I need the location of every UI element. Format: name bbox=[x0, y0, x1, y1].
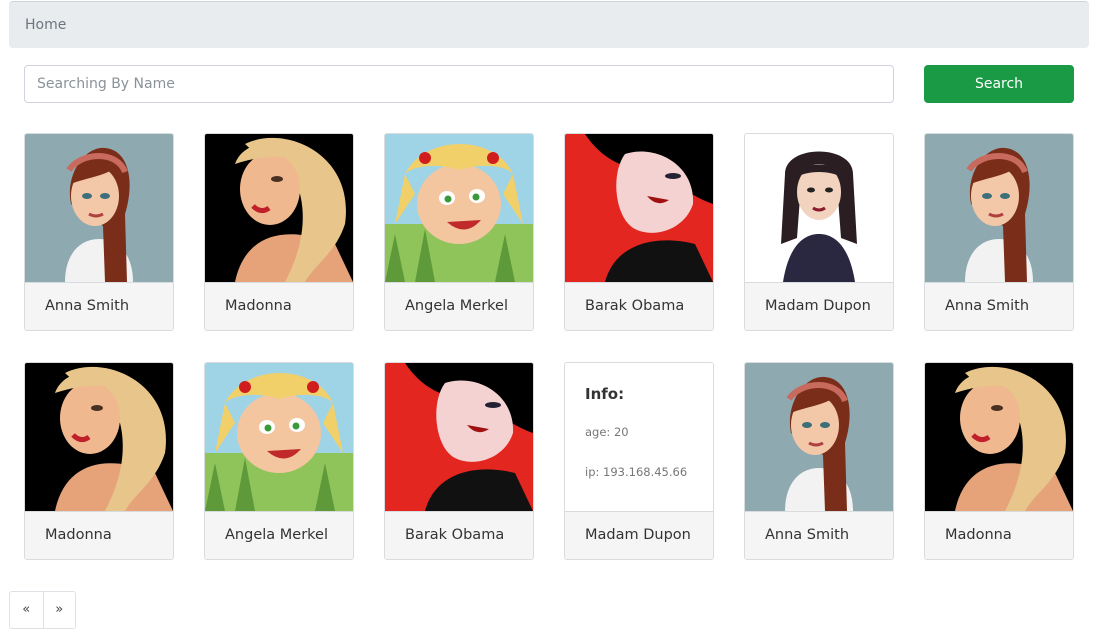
anna-smith-avatar bbox=[925, 134, 1073, 282]
person-card[interactable]: Madonna bbox=[24, 362, 174, 560]
madonna-avatar bbox=[25, 363, 173, 511]
person-card-info[interactable]: Info: age: 20 ip: 193.168.45.66 Madam Du… bbox=[564, 362, 714, 560]
breadcrumb-home[interactable]: Home bbox=[25, 17, 66, 33]
person-name: Madonna bbox=[925, 511, 1073, 559]
person-name: Anna Smith bbox=[925, 282, 1073, 330]
madonna-avatar bbox=[205, 134, 353, 282]
info-age: age: 20 bbox=[585, 425, 629, 439]
barak-obama-avatar bbox=[565, 134, 713, 282]
pagination: « » bbox=[9, 591, 76, 629]
prev-page-button[interactable]: « bbox=[10, 592, 43, 628]
person-name: Anna Smith bbox=[25, 282, 173, 330]
person-card[interactable]: Anna Smith bbox=[24, 133, 174, 331]
breadcrumb: Home bbox=[9, 1, 1089, 48]
person-card[interactable]: Anna Smith bbox=[744, 362, 894, 560]
person-name: Angela Merkel bbox=[385, 282, 533, 330]
person-card[interactable]: Angela Merkel bbox=[204, 362, 354, 560]
person-name: Angela Merkel bbox=[205, 511, 353, 559]
info-title: Info: bbox=[585, 385, 625, 403]
person-card[interactable]: Anna Smith bbox=[924, 133, 1074, 331]
angela-merkel-avatar bbox=[385, 134, 533, 282]
anna-smith-avatar bbox=[25, 134, 173, 282]
person-name: Barak Obama bbox=[565, 282, 713, 330]
person-card[interactable]: Barak Obama bbox=[384, 362, 534, 560]
info-ip: ip: 193.168.45.66 bbox=[585, 465, 688, 479]
anna-smith-avatar bbox=[745, 363, 893, 511]
search-button[interactable]: Search bbox=[924, 65, 1074, 103]
person-card[interactable]: Madonna bbox=[924, 362, 1074, 560]
madonna-avatar bbox=[925, 363, 1073, 511]
person-name: Madam Dupon bbox=[565, 511, 713, 559]
person-name: Madonna bbox=[25, 511, 173, 559]
barak-obama-avatar bbox=[385, 363, 533, 511]
person-card[interactable]: Madonna bbox=[204, 133, 354, 331]
person-card[interactable]: Madam Dupon bbox=[744, 133, 894, 331]
person-card[interactable]: Barak Obama bbox=[564, 133, 714, 331]
search-input[interactable] bbox=[24, 65, 894, 103]
next-page-button[interactable]: » bbox=[42, 592, 76, 628]
madam-dupon-avatar bbox=[745, 134, 893, 282]
person-name: Anna Smith bbox=[745, 511, 893, 559]
angela-merkel-avatar bbox=[205, 363, 353, 511]
person-name: Barak Obama bbox=[385, 511, 533, 559]
person-card[interactable]: Angela Merkel bbox=[384, 133, 534, 331]
person-name: Madonna bbox=[205, 282, 353, 330]
person-name: Madam Dupon bbox=[745, 282, 893, 330]
info-panel: Info: age: 20 ip: 193.168.45.66 bbox=[565, 363, 713, 511]
